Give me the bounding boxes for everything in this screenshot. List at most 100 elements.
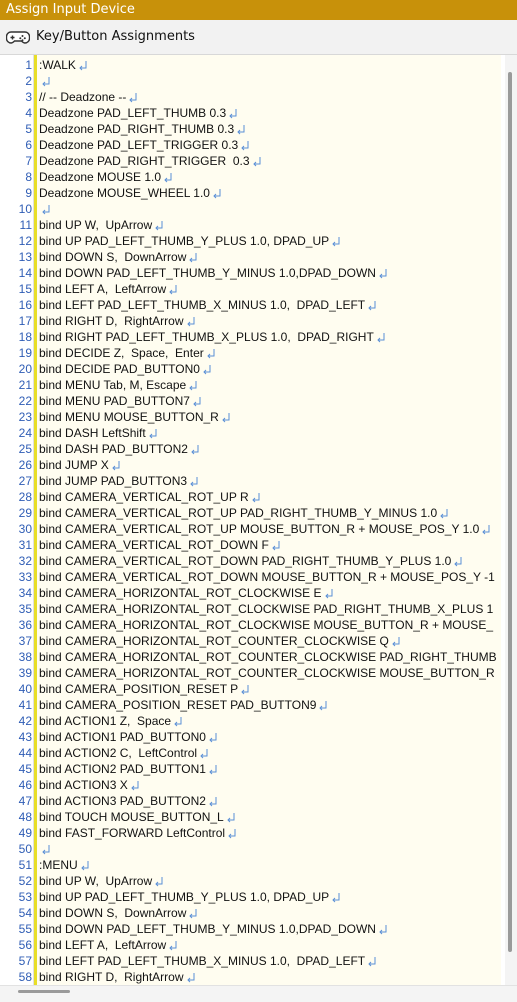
return-mark-icon: [42, 77, 50, 87]
code-line[interactable]: 24 bind DASH LeftShift: [0, 425, 505, 441]
gamepad-icon: [6, 31, 30, 44]
line-number: 23: [18, 410, 32, 424]
code-line[interactable]: 46 bind ACTION3 X: [0, 777, 505, 793]
code-line[interactable]: 55 bind DOWN PAD_LEFT_THUMB_Y_MINUS 1.0,D…: [0, 921, 505, 937]
return-mark-icon: [207, 349, 215, 359]
code-line[interactable]: 26 bind JUMP X: [0, 457, 505, 473]
line-number: 2: [25, 74, 32, 88]
code-line[interactable]: 1:WALK: [0, 57, 505, 73]
code-line[interactable]: 18 bind RIGHT PAD_LEFT_THUMB_X_PLUS 1.0, …: [0, 329, 505, 345]
code-line[interactable]: 4 Deadzone PAD_LEFT_THUMB 0.3: [0, 105, 505, 121]
code-line[interactable]: 7 Deadzone PAD_RIGHT_TRIGGER 0.3: [0, 153, 505, 169]
return-mark-icon: [332, 237, 340, 247]
code-line[interactable]: 50: [0, 841, 505, 857]
line-number: 44: [18, 746, 32, 760]
code-line[interactable]: 28 bind CAMERA_VERTICAL_ROT_UP R: [0, 489, 505, 505]
code-line[interactable]: 27 bind JUMP PAD_BUTTON3: [0, 473, 505, 489]
return-mark-icon: [209, 765, 217, 775]
code-line[interactable]: 34 bind CAMERA_HORIZONTAL_ROT_CLOCKWISE E: [0, 585, 505, 601]
code-line[interactable]: 16 bind LEFT PAD_LEFT_THUMB_X_MINUS 1.0, …: [0, 297, 505, 313]
return-mark-icon: [368, 957, 376, 967]
code-line[interactable]: 21 bind MENU Tab, M, Escape: [0, 377, 505, 393]
line-number: 40: [18, 682, 32, 696]
code-line[interactable]: 33 bind CAMERA_VERTICAL_ROT_DOWN MOUSE_BU…: [0, 569, 505, 585]
code-line[interactable]: 9 Deadzone MOUSE_WHEEL 1.0: [0, 185, 505, 201]
return-mark-icon: [253, 157, 261, 167]
code-line[interactable]: 32 bind CAMERA_VERTICAL_ROT_DOWN PAD_RIGH…: [0, 553, 505, 569]
code-line[interactable]: 5 Deadzone PAD_RIGHT_THUMB 0.3: [0, 121, 505, 137]
return-mark-icon: [368, 301, 376, 311]
line-number: 39: [18, 666, 32, 680]
panel-header: Key/Button Assignments: [0, 20, 517, 55]
code-line[interactable]: 37 bind CAMERA_HORIZONTAL_ROT_COUNTER_CLO…: [0, 633, 505, 649]
code-line[interactable]: 23 bind MENU MOUSE_BUTTON_R: [0, 409, 505, 425]
code-line[interactable]: 56 bind LEFT A, LeftArrow: [0, 937, 505, 953]
line-number: 36: [18, 618, 32, 632]
code-line[interactable]: 17 bind RIGHT D, RightArrow: [0, 313, 505, 329]
code-line[interactable]: 51:MENU: [0, 857, 505, 873]
code-line[interactable]: 30 bind CAMERA_VERTICAL_ROT_UP MOUSE_BUTT…: [0, 521, 505, 537]
code-line[interactable]: 41 bind CAMERA_POSITION_RESET PAD_BUTTON9: [0, 697, 505, 713]
code-line[interactable]: 49 bind FAST_FORWARD LeftControl: [0, 825, 505, 841]
line-text: bind CAMERA_VERTICAL_ROT_UP R: [39, 490, 249, 504]
code-line[interactable]: 25 bind DASH PAD_BUTTON2: [0, 441, 505, 457]
code-line[interactable]: 40 bind CAMERA_POSITION_RESET P: [0, 681, 505, 697]
code-line[interactable]: 20 bind DECIDE PAD_BUTTON0: [0, 361, 505, 377]
line-text: bind MENU MOUSE_BUTTON_R: [39, 410, 219, 424]
code-line[interactable]: 36 bind CAMERA_HORIZONTAL_ROT_CLOCKWISE M…: [0, 617, 505, 633]
code-line[interactable]: 31 bind CAMERA_VERTICAL_ROT_DOWN F: [0, 537, 505, 553]
line-number: 21: [18, 378, 32, 392]
editor-lines[interactable]: 1:WALK 2 3// -- Deadzone -- 4 Deadzone PAD_L…: [0, 57, 505, 985]
code-line[interactable]: 48 bind TOUCH MOUSE_BUTTON_L: [0, 809, 505, 825]
code-line[interactable]: 3 // -- Deadzone --: [0, 89, 505, 105]
line-text: bind CAMERA_HORIZONTAL_ROT_CLOCKWISE E: [39, 586, 322, 600]
code-line[interactable]: 35 bind CAMERA_HORIZONTAL_ROT_CLOCKWISE P…: [0, 601, 505, 617]
code-line[interactable]: 14 bind DOWN PAD_LEFT_THUMB_Y_MINUS 1.0,D…: [0, 265, 505, 281]
line-text: bind JUMP PAD_BUTTON3: [39, 474, 188, 488]
code-editor[interactable]: 1:WALK 2 3// -- Deadzone -- 4 Deadzone PAD_L…: [0, 55, 517, 985]
code-line[interactable]: 54 bind DOWN S, DownArrow: [0, 905, 505, 921]
return-mark-icon: [209, 733, 217, 743]
code-line[interactable]: 53 bind UP PAD_LEFT_THUMB_Y_PLUS 1.0, DPA…: [0, 889, 505, 905]
horizontal-scrollbar[interactable]: [0, 985, 517, 1002]
line-number: 42: [18, 714, 32, 728]
code-line[interactable]: 45 bind ACTION2 PAD_BUTTON1: [0, 761, 505, 777]
line-text: bind UP W, UpArrow: [39, 218, 153, 232]
code-line[interactable]: 52 bind UP W, UpArrow: [0, 873, 505, 889]
code-line[interactable]: 13 bind DOWN S, DownArrow: [0, 249, 505, 265]
code-line[interactable]: 42 bind ACTION1 Z, Space: [0, 713, 505, 729]
code-line[interactable]: 19 bind DECIDE Z, Space, Enter: [0, 345, 505, 361]
code-line[interactable]: 15 bind LEFT A, LeftArrow: [0, 281, 505, 297]
line-text: bind UP PAD_LEFT_THUMB_Y_PLUS 1.0, DPAD_…: [39, 234, 330, 248]
line-text: bind LEFT A, LeftArrow: [39, 282, 167, 296]
vertical-scrollbar-thumb[interactable]: [508, 72, 512, 952]
code-line[interactable]: 44 bind ACTION2 C, LeftControl: [0, 745, 505, 761]
line-number: 30: [18, 522, 32, 536]
code-line[interactable]: 8 Deadzone MOUSE 1.0: [0, 169, 505, 185]
code-line[interactable]: 38 bind CAMERA_HORIZONTAL_ROT_COUNTER_CLO…: [0, 649, 505, 665]
line-number: 27: [18, 474, 32, 488]
line-text: bind UP PAD_LEFT_THUMB_Y_PLUS 1.0, DPAD_…: [39, 890, 330, 904]
line-number: 49: [18, 826, 32, 840]
code-line[interactable]: 57 bind LEFT PAD_LEFT_THUMB_X_MINUS 1.0, …: [0, 953, 505, 969]
code-line[interactable]: 2: [0, 73, 505, 89]
code-line[interactable]: 12 bind UP PAD_LEFT_THUMB_Y_PLUS 1.0, DPA…: [0, 233, 505, 249]
code-line[interactable]: 43 bind ACTION1 PAD_BUTTON0: [0, 729, 505, 745]
code-line[interactable]: 6 Deadzone PAD_LEFT_TRIGGER 0.3: [0, 137, 505, 153]
horizontal-scrollbar-thumb[interactable]: [18, 990, 70, 993]
code-line[interactable]: 47 bind ACTION3 PAD_BUTTON2: [0, 793, 505, 809]
line-number: 25: [18, 442, 32, 456]
code-line[interactable]: 58 bind RIGHT D, RightArrow: [0, 969, 505, 985]
code-line[interactable]: 10: [0, 201, 505, 217]
return-mark-icon: [213, 189, 221, 199]
return-mark-icon: [79, 61, 87, 71]
line-number: 9: [25, 186, 32, 200]
code-line[interactable]: 29 bind CAMERA_VERTICAL_ROT_UP PAD_RIGHT_…: [0, 505, 505, 521]
code-line[interactable]: 22 bind MENU PAD_BUTTON7: [0, 393, 505, 409]
code-line[interactable]: 39 bind CAMERA_HORIZONTAL_ROT_COUNTER_CLO…: [0, 665, 505, 681]
line-number: 34: [18, 586, 32, 600]
line-number: 6: [25, 138, 32, 152]
code-line[interactable]: 11 bind UP W, UpArrow: [0, 217, 505, 233]
line-text: bind CAMERA_HORIZONTAL_ROT_COUNTER_CLOCK…: [39, 666, 495, 680]
return-mark-icon: [379, 925, 387, 935]
